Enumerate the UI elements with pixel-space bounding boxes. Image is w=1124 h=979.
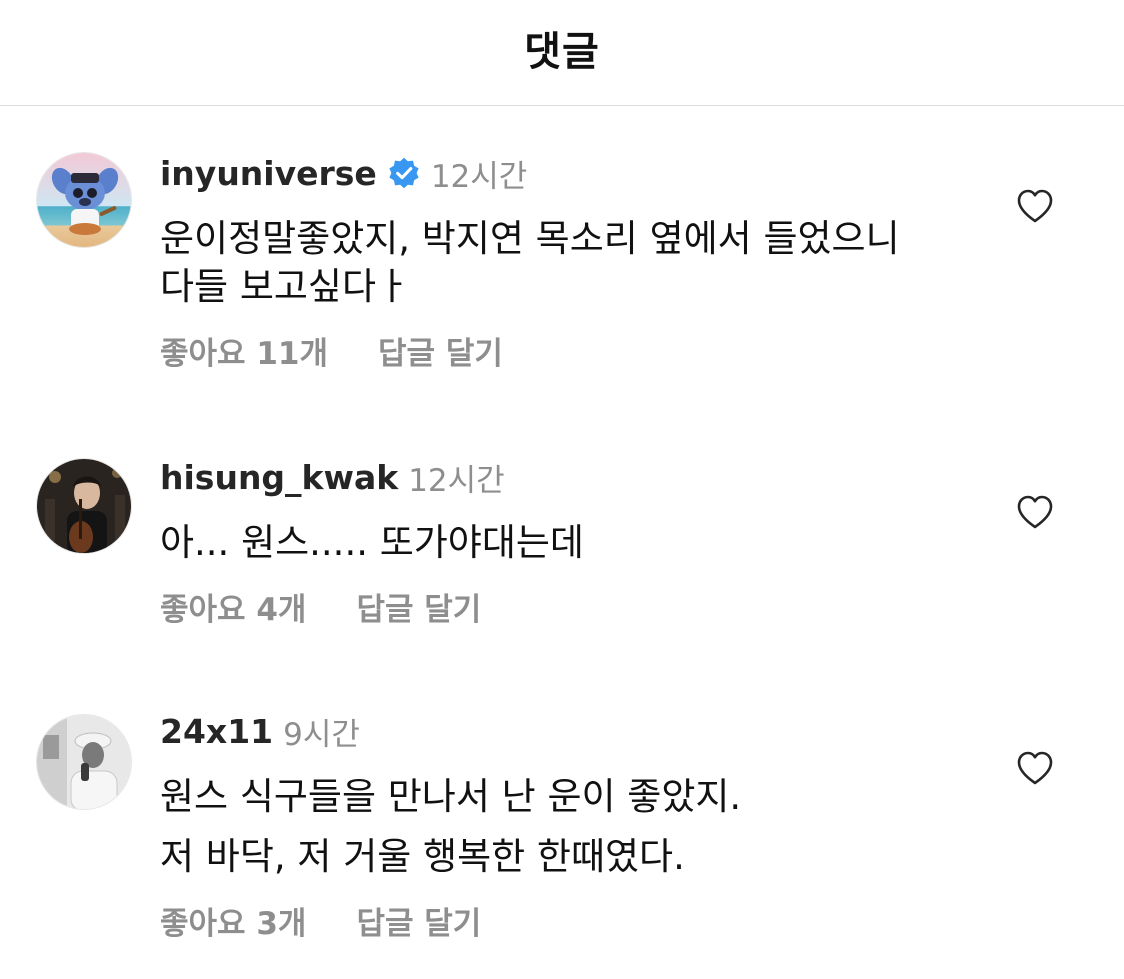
like-count[interactable]: 좋아요 11개 <box>160 328 328 373</box>
page-title: 댓글 <box>524 28 600 75</box>
comment-timestamp: 12시간 <box>408 462 505 499</box>
avatar[interactable] <box>36 714 132 810</box>
reply-button[interactable]: 답글 달기 <box>356 584 481 629</box>
comment-timestamp: 12시간 <box>430 158 528 195</box>
avatar[interactable] <box>36 152 132 248</box>
comment-text-line: 운이정말좋았지, 박지연 목소리 옆에서 들었으니 <box>160 217 900 260</box>
avatar[interactable] <box>36 458 132 554</box>
reply-button[interactable]: 답글 달기 <box>356 898 481 943</box>
comment-actions: 좋아요 3개 답글 달기 <box>160 898 481 943</box>
heart-outline-icon[interactable] <box>1016 494 1054 530</box>
comment-meta: inyuniverse 12시간 <box>160 152 528 195</box>
comment-actions: 좋아요 11개 답글 달기 <box>160 328 503 373</box>
verified-badge-icon <box>387 156 421 190</box>
comment-username[interactable]: hisung_kwak <box>160 458 398 497</box>
reply-button[interactable]: 답글 달기 <box>378 328 503 373</box>
comment-text-line: 저 바닥, 저 거울 행복한 한때였다. <box>160 835 685 878</box>
heart-outline-icon[interactable] <box>1016 750 1054 786</box>
comment-actions: 좋아요 4개 답글 달기 <box>160 584 481 629</box>
comment-text-line: 원스 식구들을 만나서 난 운이 좋았지. <box>160 775 742 818</box>
comment-text-line: 다들 보고싶다ㅏ <box>160 265 411 308</box>
comment-username[interactable]: inyuniverse <box>160 154 377 193</box>
like-count[interactable]: 좋아요 3개 <box>160 898 306 943</box>
comment-username[interactable]: 24x11 <box>160 712 273 751</box>
comment-text-line: 아... 원스..... 또가야대는데 <box>160 521 584 564</box>
like-count[interactable]: 좋아요 4개 <box>160 584 306 629</box>
comments-header: 댓글 <box>0 0 1124 106</box>
comment-timestamp: 9시간 <box>283 716 360 753</box>
heart-outline-icon[interactable] <box>1016 188 1054 224</box>
comment-meta: 24x11 9시간 <box>160 710 360 753</box>
comment-meta: hisung_kwak 12시간 <box>160 456 505 499</box>
